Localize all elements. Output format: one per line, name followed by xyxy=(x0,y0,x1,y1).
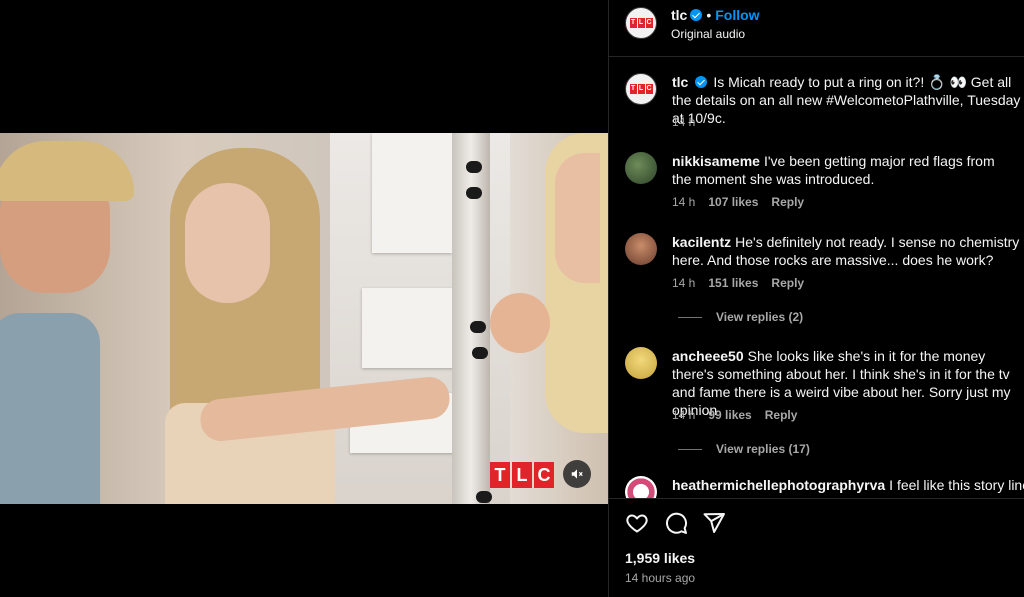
avatar-logo-letter: L xyxy=(637,18,645,28)
separator-dot: • xyxy=(706,7,712,23)
replies-divider-line xyxy=(678,448,702,450)
watermark-letter: C xyxy=(534,462,554,488)
caption-timestamp[interactable]: 14 h xyxy=(672,115,695,129)
paper-plane-icon xyxy=(703,513,725,533)
video-bulb xyxy=(476,491,492,503)
video-person-left-hair xyxy=(0,141,134,201)
post-timestamp[interactable]: 14 hours ago xyxy=(625,571,695,585)
video-bulb xyxy=(470,321,486,333)
commenter-avatar[interactable] xyxy=(625,476,657,498)
avatar-logo-letter: C xyxy=(645,18,653,28)
reply-button[interactable]: Reply xyxy=(765,408,798,422)
view-replies-button[interactable]: View replies (17) xyxy=(678,442,810,456)
caption-body: tlc Is Micah ready to put a ring on it?! … xyxy=(672,73,1024,127)
video-bulb xyxy=(466,161,482,173)
commenter-avatar[interactable] xyxy=(625,347,657,379)
video-person-left-body xyxy=(0,313,100,504)
comment-timestamp[interactable]: 14 h xyxy=(672,195,695,209)
header-username[interactable]: tlc xyxy=(671,7,687,23)
post-side-panel: TLC tlc • Follow Original audio TLC tlc Is … xyxy=(608,0,1024,597)
comment-likes[interactable]: 99 likes xyxy=(708,408,751,422)
verified-badge-icon xyxy=(690,9,703,21)
comment-timestamp[interactable]: 14 h xyxy=(672,408,695,422)
heart-icon xyxy=(626,514,648,533)
verified-badge-icon xyxy=(695,76,708,88)
likes-count[interactable]: 1,959 likes xyxy=(625,550,695,566)
comment-body: kacilentz He's definitely not ready. I se… xyxy=(672,233,1024,269)
avatar-logo-letter: C xyxy=(645,84,653,94)
mute-toggle-button[interactable] xyxy=(563,460,591,488)
view-replies-label: View replies (17) xyxy=(716,442,810,456)
commenter-avatar[interactable] xyxy=(625,152,657,184)
speaker-muted-icon xyxy=(571,469,583,479)
comment-meta: 14 h 107 likes Reply xyxy=(672,195,804,209)
watermark-letter: L xyxy=(512,462,532,488)
like-button[interactable] xyxy=(625,511,651,537)
commenter-avatar[interactable] xyxy=(625,233,657,265)
reply-button[interactable]: Reply xyxy=(771,276,804,290)
original-audio-link[interactable]: Original audio xyxy=(671,27,745,41)
video-bulb xyxy=(472,347,488,359)
comment-body: heathermichellephotographyrva I feel like… xyxy=(672,476,1024,494)
avatar-logo-letter: L xyxy=(637,84,645,94)
comment-username[interactable]: kacilentz xyxy=(672,234,731,250)
video-person-right-hand xyxy=(490,293,550,353)
tlc-avatar[interactable]: TLC xyxy=(625,7,657,39)
follow-button[interactable]: Follow xyxy=(715,7,759,23)
comment-meta: 14 h 99 likes Reply xyxy=(672,408,797,422)
video-shelf xyxy=(362,288,457,368)
video-person-right-face xyxy=(555,153,600,283)
post-header: TLC tlc • Follow Original audio xyxy=(609,0,1024,57)
tlc-avatar[interactable]: TLC xyxy=(625,73,657,105)
comments-list[interactable]: TLC tlc Is Micah ready to put a ring on i… xyxy=(609,58,1024,498)
header-title-row: tlc • Follow xyxy=(671,7,760,25)
watermark-letter: T xyxy=(490,462,510,488)
comment-username[interactable]: nikkisameme xyxy=(672,153,760,169)
share-button[interactable] xyxy=(702,511,728,537)
caption-meta: 14 h xyxy=(672,115,695,129)
comment-text: I feel like this story line is xyxy=(889,477,1024,493)
avatar-logo-letter: T xyxy=(629,84,637,94)
comment-meta: 14 h 151 likes Reply xyxy=(672,276,804,290)
reply-button[interactable]: Reply xyxy=(771,195,804,209)
tlc-watermark-logo: T L C xyxy=(490,462,554,488)
replies-divider-line xyxy=(678,316,702,318)
video-player[interactable]: T L C xyxy=(0,133,608,504)
video-person-center-face xyxy=(185,183,270,303)
media-pane: T L C xyxy=(0,0,608,597)
view-replies-button[interactable]: View replies (2) xyxy=(678,310,803,324)
view-replies-label: View replies (2) xyxy=(716,310,804,324)
video-shelf xyxy=(372,133,452,253)
comment-timestamp[interactable]: 14 h xyxy=(672,276,695,290)
comment-button[interactable] xyxy=(664,511,690,537)
post-action-bar: 1,959 likes 14 hours ago xyxy=(609,498,1024,597)
comment-username[interactable]: ancheee50 xyxy=(672,348,744,364)
caption-username[interactable]: tlc xyxy=(672,74,688,90)
comment-likes[interactable]: 107 likes xyxy=(708,195,758,209)
caption-text: Is Micah ready to put a ring on it?! 💍 👀… xyxy=(672,74,1021,126)
comment-likes[interactable]: 151 likes xyxy=(708,276,758,290)
video-bulb xyxy=(466,187,482,199)
comment-body: nikkisameme I've been getting major red f… xyxy=(672,152,1012,188)
comment-bubble-icon xyxy=(666,512,688,534)
comment-username[interactable]: heathermichellephotographyrva xyxy=(672,477,885,493)
avatar-logo-letter: T xyxy=(629,18,637,28)
